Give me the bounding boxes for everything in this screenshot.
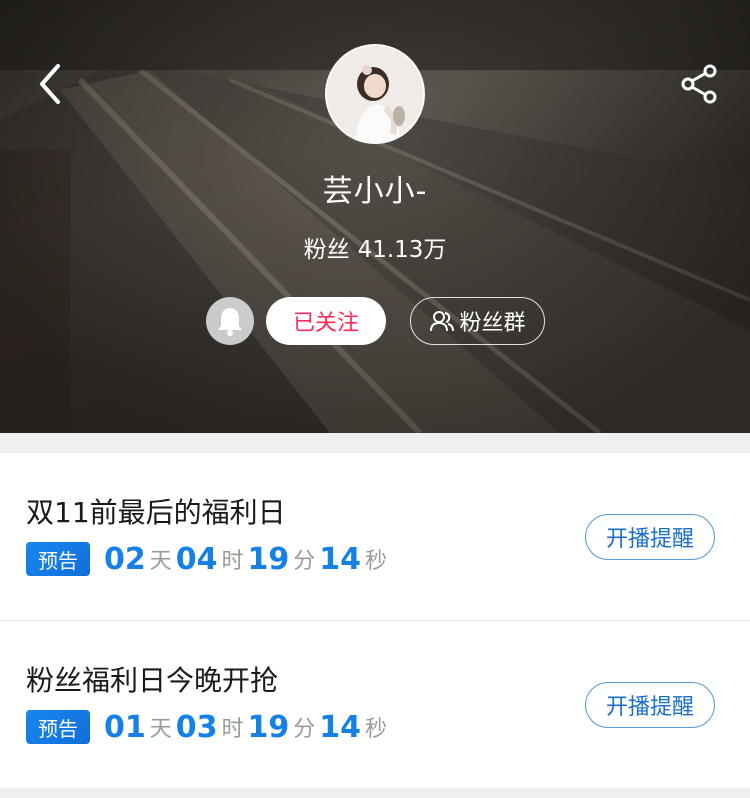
countdown-seconds: 14 [319, 541, 362, 577]
event-title: 粉丝福利日今晚开抢 [26, 664, 279, 697]
countdown-seconds: 14 [319, 709, 362, 745]
group-icon [430, 311, 455, 332]
list-item[interactable]: 双11前最后的福利日 预告 02 天 04 时 19 分 14 秒 开播提醒 [0, 453, 750, 621]
bell-icon [218, 308, 242, 336]
back-button[interactable] [30, 58, 74, 110]
list-item[interactable]: 粉丝福利日今晚开抢 预告 01 天 03 时 19 分 14 秒 开播提醒 [0, 621, 750, 789]
countdown-minute-unit: 分 [293, 717, 316, 742]
countdown-day-unit: 天 [149, 549, 172, 574]
share-button[interactable] [678, 62, 722, 106]
countdown-second-unit: 秒 [365, 549, 388, 574]
live-reminder-button[interactable]: 开播提醒 [585, 682, 715, 728]
avatar[interactable] [325, 44, 425, 144]
countdown-row: 预告 02 天 04 时 19 分 14 秒 [26, 541, 391, 577]
chevron-left-icon [40, 64, 60, 104]
countdown-hours: 04 [175, 541, 218, 577]
avatar-image [327, 46, 423, 142]
anchor-name: 芸小小- [322, 174, 428, 209]
bottom-divider [0, 788, 750, 798]
event-list: 双11前最后的福利日 预告 02 天 04 时 19 分 14 秒 开播提醒 粉… [0, 453, 750, 789]
fans-count-line: 粉丝 41.13万 [0, 230, 750, 264]
fan-group-button[interactable]: 粉丝群 [410, 297, 545, 345]
event-title: 双11前最后的福利日 [26, 496, 286, 529]
live-reminder-button[interactable]: 开播提醒 [585, 514, 715, 560]
profile-header: 芸小小- 粉丝 41.13万 已关注 粉丝群 [0, 0, 750, 433]
countdown-row: 预告 01 天 03 时 19 分 14 秒 [26, 709, 391, 745]
fans-count: 41.13万 [357, 237, 447, 263]
preview-badge: 预告 [26, 542, 90, 576]
countdown-hour-unit: 时 [221, 717, 244, 742]
countdown-days: 02 [104, 541, 146, 577]
preview-badge: 预告 [26, 710, 90, 744]
countdown-hour-unit: 时 [221, 549, 244, 574]
countdown-hours: 03 [175, 709, 218, 745]
countdown-minute-unit: 分 [293, 549, 316, 574]
notify-bell-button[interactable] [206, 297, 254, 345]
fans-label: 粉丝 [303, 237, 350, 263]
share-icon [681, 64, 717, 104]
countdown-second-unit: 秒 [365, 717, 388, 742]
countdown-minutes: 19 [247, 541, 290, 577]
countdown-minutes: 19 [247, 709, 290, 745]
countdown-day-unit: 天 [149, 717, 172, 742]
countdown-days: 01 [104, 709, 146, 745]
follow-button[interactable]: 已关注 [266, 297, 386, 345]
fan-group-label: 粉丝群 [459, 311, 526, 336]
